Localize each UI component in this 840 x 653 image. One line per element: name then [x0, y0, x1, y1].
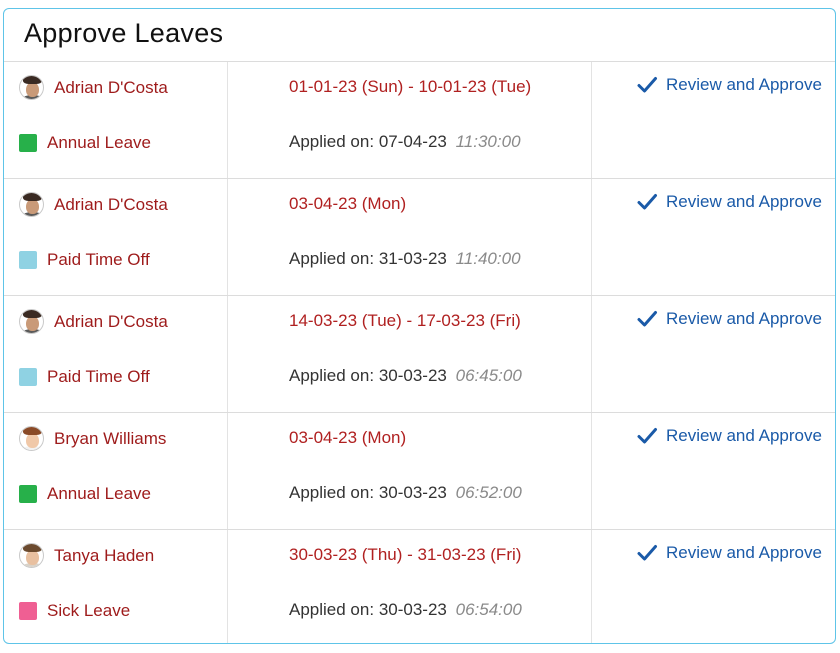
avatar-icon — [19, 426, 44, 451]
checkmark-icon — [637, 194, 657, 210]
leave-type-color-swatch — [19, 251, 37, 269]
employee-name[interactable]: Bryan Williams — [54, 429, 166, 449]
leave-type: Sick Leave — [19, 601, 130, 621]
applied-on: Applied on: 07-04-23 11:30:00 — [289, 132, 521, 152]
review-and-approve-button[interactable]: Review and Approve — [636, 542, 822, 564]
applied-time: 11:30:00 — [455, 132, 521, 151]
applied-on: Applied on: 30-03-23 06:52:00 — [289, 483, 522, 503]
leave-request-row: Adrian D'Costa Annual Leave 01-01-23 (Su… — [4, 62, 835, 179]
leave-request-row: Adrian D'Costa Paid Time Off 14-03-23 (T… — [4, 296, 835, 413]
leave-request-list: Adrian D'Costa Annual Leave 01-01-23 (Su… — [4, 62, 835, 643]
review-and-approve-button[interactable]: Review and Approve — [636, 74, 822, 96]
leave-type: Paid Time Off — [19, 367, 150, 387]
employee[interactable]: Tanya Haden — [19, 543, 154, 568]
review-and-approve-label[interactable]: Review and Approve — [666, 75, 822, 95]
checkmark-icon — [637, 77, 657, 93]
leave-type: Annual Leave — [19, 484, 151, 504]
employee[interactable]: Adrian D'Costa — [19, 75, 168, 100]
leave-type-color-swatch — [19, 485, 37, 503]
employee[interactable]: Adrian D'Costa — [19, 192, 168, 217]
applied-time: 11:40:00 — [455, 249, 521, 268]
applied-time: 06:45:00 — [455, 366, 522, 385]
review-and-approve-button[interactable]: Review and Approve — [636, 191, 822, 213]
leave-type-color-swatch — [19, 368, 37, 386]
leave-dates: 14-03-23 (Tue) - 17-03-23 (Fri) — [289, 311, 521, 330]
applied-date: 31-03-23 — [378, 249, 447, 268]
avatar-icon — [19, 192, 44, 217]
employee[interactable]: Bryan Williams — [19, 426, 166, 451]
leave-type-color-swatch — [19, 602, 37, 620]
review-and-approve-label[interactable]: Review and Approve — [666, 309, 822, 329]
applied-on-label: Applied on: — [289, 483, 375, 502]
checkmark-icon — [637, 428, 657, 444]
leave-type: Annual Leave — [19, 133, 151, 153]
applied-on: Applied on: 30-03-23 06:45:00 — [289, 366, 522, 386]
column-divider — [227, 413, 228, 529]
column-divider — [591, 530, 592, 643]
applied-time: 06:52:00 — [455, 483, 522, 502]
employee-name[interactable]: Adrian D'Costa — [54, 78, 168, 98]
column-divider — [591, 413, 592, 529]
applied-on: Applied on: 31-03-23 11:40:00 — [289, 249, 521, 269]
leave-request-row: Bryan Williams Annual Leave 03-04-23 (Mo… — [4, 413, 835, 530]
employee-name[interactable]: Tanya Haden — [54, 546, 154, 566]
leave-dates: 03-04-23 (Mon) — [289, 428, 407, 447]
column-divider — [591, 179, 592, 295]
leave-dates: 01-01-23 (Sun) - 10-01-23 (Tue) — [289, 77, 532, 96]
applied-on-label: Applied on: — [289, 366, 375, 385]
approve-leaves-panel: Approve Leaves Adrian D'Costa Annual Lea… — [3, 8, 836, 644]
panel-title: Approve Leaves — [4, 9, 835, 62]
applied-on: Applied on: 30-03-23 06:54:00 — [289, 600, 522, 620]
leave-type-label: Paid Time Off — [47, 367, 150, 386]
avatar-icon — [19, 543, 44, 568]
applied-time: 06:54:00 — [455, 600, 522, 619]
leave-type-label: Annual Leave — [47, 133, 151, 152]
checkmark-icon — [637, 545, 657, 561]
column-divider — [227, 530, 228, 643]
review-and-approve-label[interactable]: Review and Approve — [666, 192, 822, 212]
review-and-approve-button[interactable]: Review and Approve — [636, 425, 822, 447]
column-divider — [227, 296, 228, 412]
applied-on-label: Applied on: — [289, 132, 375, 151]
leave-type-label: Paid Time Off — [47, 250, 150, 269]
applied-date: 30-03-23 — [378, 600, 447, 619]
applied-date: 30-03-23 — [378, 366, 447, 385]
review-and-approve-label[interactable]: Review and Approve — [666, 426, 822, 446]
column-divider — [591, 296, 592, 412]
applied-on-label: Applied on: — [289, 600, 375, 619]
applied-on-label: Applied on: — [289, 249, 375, 268]
leave-type-label: Annual Leave — [47, 484, 151, 503]
employee-name[interactable]: Adrian D'Costa — [54, 312, 168, 332]
avatar-icon — [19, 75, 44, 100]
review-and-approve-button[interactable]: Review and Approve — [636, 308, 822, 330]
applied-date: 07-04-23 — [378, 132, 447, 151]
leave-dates: 30-03-23 (Thu) - 31-03-23 (Fri) — [289, 545, 522, 564]
column-divider — [227, 62, 228, 178]
checkmark-icon — [637, 311, 657, 327]
leave-type-label: Sick Leave — [47, 601, 131, 620]
leave-request-row: Adrian D'Costa Paid Time Off 03-04-23 (M… — [4, 179, 835, 296]
review-and-approve-label[interactable]: Review and Approve — [666, 543, 822, 563]
leave-type-color-swatch — [19, 134, 37, 152]
employee-name[interactable]: Adrian D'Costa — [54, 195, 168, 215]
column-divider — [591, 62, 592, 178]
leave-dates: 03-04-23 (Mon) — [289, 194, 407, 213]
leave-request-row: Tanya Haden Sick Leave 30-03-23 (Thu) - … — [4, 530, 835, 643]
avatar-icon — [19, 309, 44, 334]
applied-date: 30-03-23 — [378, 483, 447, 502]
column-divider — [227, 179, 228, 295]
leave-type: Paid Time Off — [19, 250, 150, 270]
employee[interactable]: Adrian D'Costa — [19, 309, 168, 334]
